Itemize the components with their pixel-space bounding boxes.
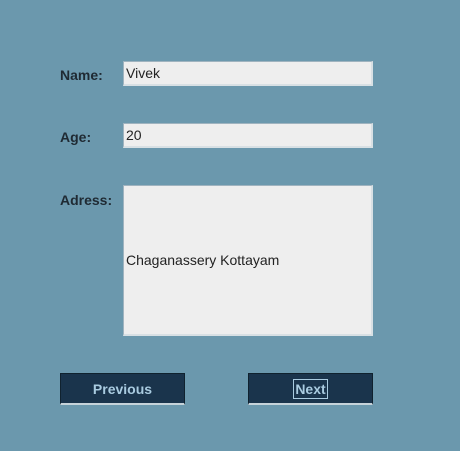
previous-button-label: Previous (92, 380, 153, 397)
next-button-label: Next (293, 378, 328, 399)
name-field[interactable]: Vivek (123, 61, 373, 86)
address-textarea[interactable]: Chaganassery Kottayam (123, 185, 373, 336)
previous-button[interactable]: Previous (60, 373, 185, 405)
address-label: Adress: (60, 192, 113, 208)
next-button[interactable]: Next (248, 373, 373, 405)
age-field[interactable]: 20 (123, 123, 373, 148)
name-label: Name: (60, 67, 103, 83)
age-label: Age: (60, 129, 92, 145)
